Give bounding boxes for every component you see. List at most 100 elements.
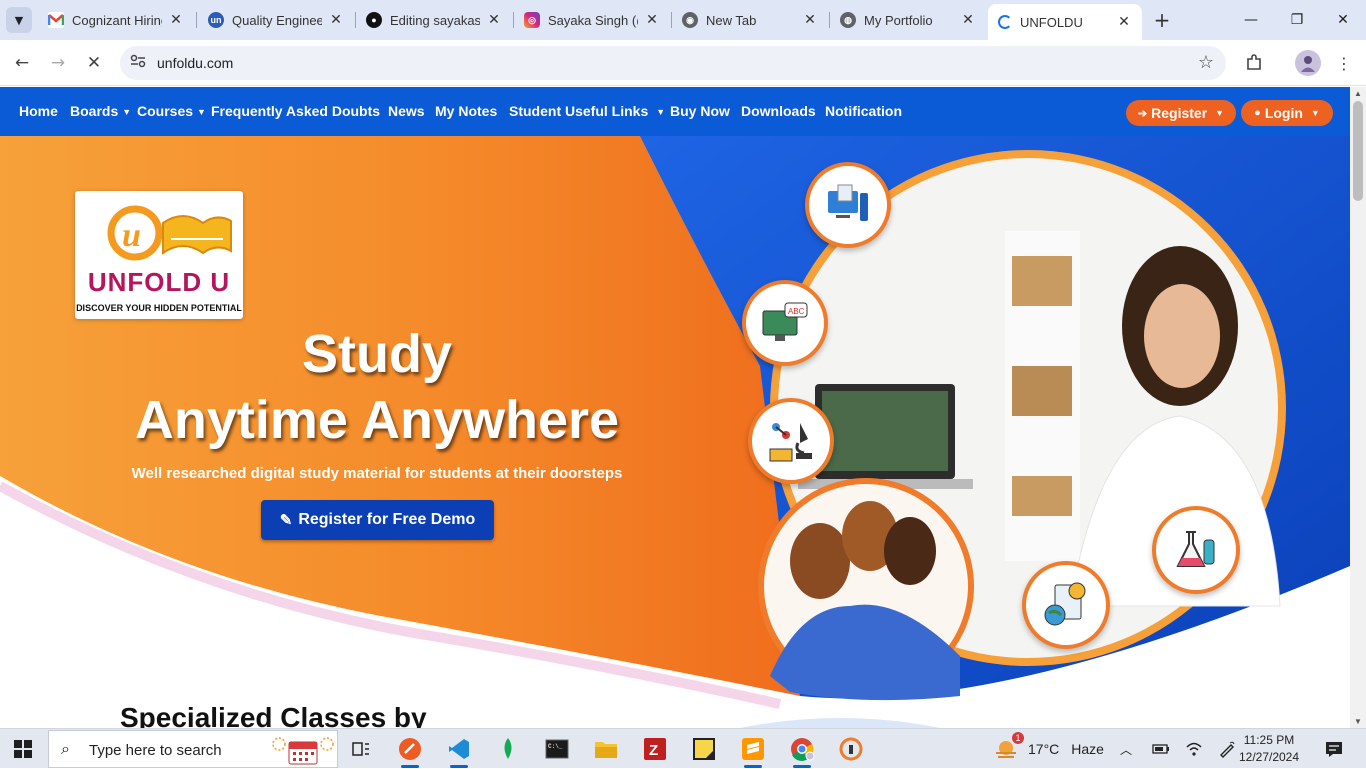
nav-courses[interactable]: Courses ▼ [137,103,206,119]
tab-title: Cognizant Hiring [72,12,162,28]
filezilla-icon[interactable]: Z [640,734,670,764]
tab-instagram[interactable]: ◎ Sayaka Singh (@ ✕ [514,4,670,36]
extensions-icon[interactable] [1241,50,1267,76]
hero-subtitle: Well researched digital study material f… [131,465,623,482]
tab-editing-github[interactable]: ● Editing sayakasi ✕ [356,4,512,36]
bookmark-star-icon[interactable]: ☆ [1198,52,1214,73]
site-navbar: Home Boards ▼ Courses ▼ Frequently Asked D… [0,87,1350,136]
system-clock[interactable]: 11:25 PM 12/27/2024 [1238,732,1300,766]
tab-unfoldu[interactable]: UNFOLDU ✕ [988,4,1142,40]
scroll-down-icon[interactable]: ▼ [1354,717,1362,726]
close-tab-icon[interactable]: ✕ [328,12,344,28]
taskbar-search-box[interactable]: ⌕ Type here to search [48,730,338,768]
minimize-button[interactable]: — [1228,0,1274,40]
windows-start-icon[interactable] [14,740,32,758]
computer-icon [805,162,891,248]
abc-board-icon: ABC [742,280,828,366]
terminal-icon[interactable]: C:\_ [542,734,572,764]
new-tab-button[interactable]: + [1150,8,1174,32]
close-window-button[interactable]: ✕ [1320,0,1366,40]
notifications-icon[interactable] [1325,729,1343,769]
sticky-notes-icon[interactable] [689,734,719,764]
chrome-icon[interactable] [787,734,817,768]
pen-icon[interactable] [1218,729,1236,769]
globe-book-icon [1022,561,1110,649]
nav-downloads[interactable]: Downloads [741,103,816,119]
url-text: unfoldu.com [157,55,234,71]
close-tab-icon[interactable]: ✕ [644,12,660,28]
instagram-icon: ◎ [524,12,540,28]
battery-icon[interactable] [1152,729,1170,769]
nav-buy-now[interactable]: Buy Now [670,103,730,119]
nav-boards[interactable]: Boards ▼ [70,103,131,119]
weather-widget[interactable]: 1 17°C Haze [994,729,1104,769]
register-free-demo-button[interactable]: ✎ Register for Free Demo [261,500,494,540]
stop-loading-button[interactable]: ✕ [80,49,108,77]
nav-my-notes[interactable]: My Notes [435,103,497,119]
task-view-icon[interactable] [346,734,376,764]
address-bar[interactable]: unfoldu.com ☆ [120,46,1226,80]
close-tab-icon[interactable]: ✕ [1116,14,1132,30]
show-hidden-icons-button[interactable]: ︿ [1120,729,1132,769]
clock-date: 12/27/2024 [1238,750,1300,764]
scrollbar-thumb[interactable] [1353,101,1363,201]
close-tab-icon[interactable]: ✕ [168,12,184,28]
nav-faq[interactable]: Frequently Asked Doubts [211,103,380,119]
search-placeholder: Type here to search [89,742,222,759]
globe-icon: ◍ [840,12,856,28]
chrome-icon: ◉ [682,12,698,28]
tab-cognizant-hiring[interactable]: Cognizant Hiring ✕ [38,4,194,36]
page-scrollbar[interactable]: ▲ ▼ [1350,87,1366,728]
nav-news[interactable]: News [388,103,425,119]
nav-student-useful-links[interactable]: Student Useful Links ▼ [509,103,665,119]
clock-time: 11:25 PM [1243,733,1295,747]
login-button[interactable]: ● Login ▼ [1241,100,1333,126]
user-icon: ● [1254,107,1261,119]
caret-down-icon: ▼ [122,107,132,118]
section-decor [740,718,940,728]
svg-text:ABC: ABC [788,307,805,316]
svg-text:Z: Z [649,742,658,759]
section-heading: Specialized Classes by [120,702,427,728]
loading-icon [998,15,1012,29]
unfoldu-logo[interactable]: u UNFOLD U DISCOVER YOUR HIDDEN POTENTIA… [75,191,243,319]
site-info-icon[interactable] [130,54,146,71]
back-button[interactable]: ← [8,49,36,77]
nav-home[interactable]: Home [19,103,58,119]
weather-alert-badge: 1 [1012,732,1024,744]
sign-in-icon: ➔ [1137,107,1148,120]
file-explorer-icon[interactable] [591,734,621,764]
register-button[interactable]: ➔ Register ▼ [1126,100,1236,126]
caret-down-icon: ▼ [1310,108,1320,118]
browser-menu-icon[interactable]: ⋮ [1331,50,1357,76]
windows-taskbar: ⌕ Type here to search C:\_ Z 1 17°C Haze… [0,728,1366,768]
logo-brand-text: UNFOLD U [87,267,231,297]
close-tab-icon[interactable]: ✕ [802,12,818,28]
scroll-up-icon[interactable]: ▲ [1354,89,1362,98]
profile-avatar[interactable] [1295,50,1321,76]
tab-new-tab[interactable]: ◉ New Tab ✕ [672,4,828,36]
tab-quality-engineer[interactable]: un Quality Engineer ✕ [198,4,354,36]
app-orange-ring-icon[interactable] [836,734,866,764]
vscode-icon[interactable] [444,734,474,768]
tab-search-button[interactable]: ▼ [6,7,32,33]
weather-haze-icon: 1 [994,732,1024,760]
svg-text:C:\_: C:\_ [548,743,563,750]
close-tab-icon[interactable]: ✕ [960,12,976,28]
forward-button[interactable]: → [44,49,72,77]
tab-title: UNFOLDU [1020,14,1083,30]
postman-icon[interactable] [395,734,425,768]
logo-emblem-icon: u [107,205,232,261]
sublime-text-icon[interactable] [738,734,768,768]
hero-title-line2: Anytime Anywhere [134,390,620,450]
hero-banner: ABC u UNFOLD U DISCOVER YOUR HIDDEN POTE… [0,136,1350,728]
tab-title: Quality Engineer [232,12,322,28]
tab-title: Editing sayakasi [390,12,480,28]
wifi-icon[interactable] [1185,729,1203,769]
weather-temp: 17°C [1028,741,1060,757]
nav-notification[interactable]: Notification [825,103,902,119]
tab-my-portfolio[interactable]: ◍ My Portfolio ✕ [830,4,986,36]
close-tab-icon[interactable]: ✕ [486,12,502,28]
mongodb-icon[interactable] [493,734,523,764]
restore-button[interactable]: ❐ [1274,0,1320,40]
